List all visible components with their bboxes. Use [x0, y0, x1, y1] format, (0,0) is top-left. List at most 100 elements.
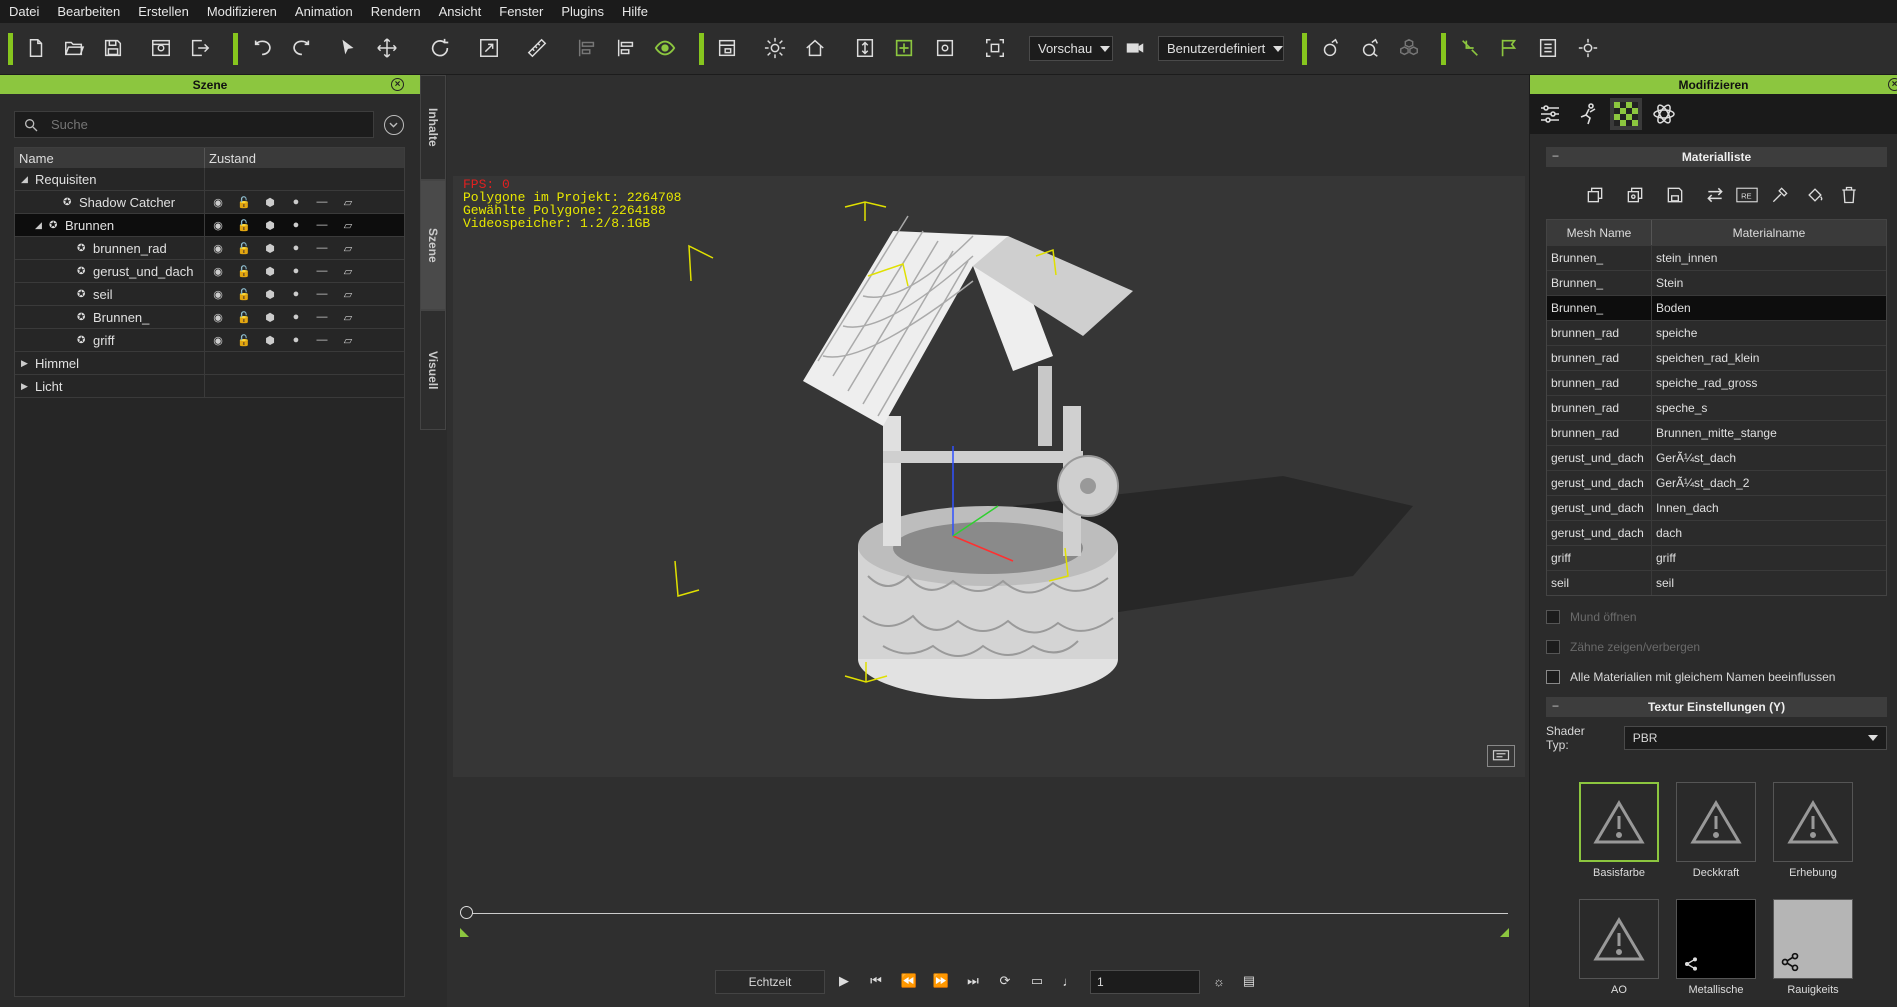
texture-slot-ao[interactable]: AO	[1579, 899, 1659, 996]
physics-atom-icon[interactable]	[1648, 98, 1680, 130]
frame-selected-icon[interactable]	[889, 33, 919, 63]
copy-material-icon[interactable]	[1580, 181, 1610, 209]
paste-material-icon[interactable]	[1620, 181, 1650, 209]
material-row[interactable]: Brunnen_ Stein	[1547, 270, 1886, 295]
shader-type-select[interactable]: PBR	[1623, 726, 1887, 750]
visibility-eye-icon[interactable]	[650, 33, 680, 63]
eye-icon[interactable]: ◉	[205, 309, 231, 325]
range-start-marker[interactable]	[460, 928, 469, 937]
eyedropper-icon[interactable]	[1765, 181, 1795, 209]
eye-icon[interactable]: ◉	[205, 263, 231, 279]
material-row[interactable]: seil seil	[1547, 570, 1886, 595]
tab-visuell[interactable]: Visuell	[420, 310, 446, 430]
trash-icon[interactable]	[1834, 181, 1864, 209]
line-icon[interactable]: —	[309, 286, 335, 302]
menu-erstellen[interactable]: Erstellen	[129, 4, 198, 19]
shadow-icon[interactable]: ●	[283, 194, 309, 210]
expand-open-icon[interactable]: ◢	[35, 220, 42, 231]
move-icon[interactable]	[372, 33, 402, 63]
menu-animation[interactable]: Animation	[286, 4, 362, 19]
settings-gear-icon[interactable]	[1573, 33, 1603, 63]
material-row[interactable]: gerust_und_dach Innen_dach	[1547, 495, 1886, 520]
col-name-header[interactable]: Name	[15, 148, 205, 168]
eye-icon[interactable]: ◉	[205, 217, 231, 233]
line-icon[interactable]: —	[309, 263, 335, 279]
scene-tree-row[interactable]: ▶ Himmel	[15, 352, 404, 375]
material-row[interactable]: brunnen_rad Brunnen_mitte_stange	[1547, 420, 1886, 445]
measure-icon[interactable]	[522, 33, 552, 63]
preview-dropdown[interactable]: Vorschau	[1029, 36, 1113, 61]
scene-tree-row[interactable]: ✪ brunnen_rad ◉ 🔓 ⬢ ● — ▱	[15, 237, 404, 260]
play-icon[interactable]: ▶	[832, 969, 856, 993]
lock-icon[interactable]: 🔓	[231, 240, 257, 256]
redo-icon[interactable]	[286, 33, 316, 63]
realtime-toggle[interactable]: Echtzeit	[715, 970, 825, 994]
music-note-icon[interactable]: ♩	[1057, 969, 1081, 993]
motion-edit-icon[interactable]	[1355, 33, 1385, 63]
save-material-icon[interactable]	[1660, 181, 1690, 209]
render-preview-icon[interactable]	[146, 33, 176, 63]
comment-icon[interactable]	[1487, 745, 1515, 767]
menu-fenster[interactable]: Fenster	[490, 4, 552, 19]
export-icon[interactable]: ▱	[335, 217, 361, 233]
close-icon[interactable]: ×	[391, 78, 404, 91]
material-row[interactable]: Brunnen_ Boden	[1547, 295, 1886, 320]
line-icon[interactable]: —	[309, 217, 335, 233]
line-icon[interactable]: —	[309, 194, 335, 210]
mesh-icon[interactable]: ⬢	[257, 309, 283, 325]
cubes-icon[interactable]	[1394, 33, 1424, 63]
eye-icon[interactable]: ◉	[205, 332, 231, 348]
viewport-layout-icon[interactable]	[712, 33, 742, 63]
shadow-icon[interactable]: ●	[283, 332, 309, 348]
menu-plugins[interactable]: Plugins	[552, 4, 613, 19]
subtitle-icon[interactable]: ▭	[1025, 969, 1049, 993]
scene-tree-row[interactable]: ✪ seil ◉ 🔓 ⬢ ● — ▱	[15, 283, 404, 306]
export-icon[interactable]: ▱	[335, 332, 361, 348]
material-row[interactable]: Brunnen_ stein_innen	[1547, 245, 1886, 270]
skip-end-icon[interactable]: ⏭	[961, 969, 985, 993]
tab-szene[interactable]: Szene	[420, 180, 446, 310]
home-camera-icon[interactable]	[800, 33, 830, 63]
open-folder-icon[interactable]	[59, 33, 89, 63]
texture-settings-header[interactable]: − Textur Einstellungen (Y)	[1546, 697, 1887, 717]
material-list-header[interactable]: − Materialliste	[1546, 147, 1887, 167]
light-icon[interactable]	[760, 33, 790, 63]
frame-input[interactable]: 1	[1090, 970, 1200, 994]
material-row[interactable]: gerust_und_dach dach	[1547, 520, 1886, 545]
mesh-icon[interactable]: ⬢	[257, 194, 283, 210]
motion-figure-icon[interactable]	[1572, 98, 1604, 130]
close-icon[interactable]: ×	[1888, 78, 1897, 91]
texture-slot-rauigkeits[interactable]: Rauigkeits	[1773, 899, 1853, 996]
col-material-name[interactable]: Materialname	[1652, 220, 1886, 245]
scale-icon[interactable]	[474, 33, 504, 63]
expand-closed-icon[interactable]: ▶	[21, 381, 28, 392]
lock-icon[interactable]: 🔓	[231, 286, 257, 302]
mesh-icon[interactable]: ⬢	[257, 263, 283, 279]
col-state-header[interactable]: Zustand	[205, 148, 404, 168]
menu-rendern[interactable]: Rendern	[362, 4, 430, 19]
texture-slot-erhebung[interactable]: Erhebung	[1773, 782, 1853, 879]
pin-icon[interactable]	[1455, 33, 1485, 63]
mesh-icon[interactable]: ⬢	[257, 286, 283, 302]
camera-icon[interactable]	[1120, 33, 1150, 63]
line-icon[interactable]: —	[309, 240, 335, 256]
scene-tree-row[interactable]: ▶ Licht	[15, 375, 404, 398]
lock-icon[interactable]: 🔓	[231, 194, 257, 210]
swap-icon[interactable]	[1700, 181, 1730, 209]
eye-icon[interactable]: ◉	[205, 286, 231, 302]
paint-bucket-icon[interactable]	[1800, 181, 1830, 209]
material-row[interactable]: griff griff	[1547, 545, 1886, 570]
scene-tree-row[interactable]: ✪ Brunnen_ ◉ 🔓 ⬢ ● — ▱	[15, 306, 404, 329]
timeline-panel-icon[interactable]: ▤	[1237, 969, 1261, 993]
rotate-icon[interactable]	[425, 33, 455, 63]
material-checker-icon[interactable]	[1610, 98, 1642, 130]
shadow-icon[interactable]: ●	[283, 240, 309, 256]
line-icon[interactable]: —	[309, 332, 335, 348]
tab-inhalte[interactable]: Inhalte	[420, 75, 446, 180]
search-input[interactable]	[51, 117, 351, 132]
flag-icon[interactable]	[1494, 33, 1524, 63]
sun-settings-icon[interactable]: ☼	[1207, 969, 1231, 993]
fit-height-icon[interactable]	[850, 33, 880, 63]
scene-tree-row[interactable]: ✪ griff ◉ 🔓 ⬢ ● — ▱	[15, 329, 404, 352]
scene-tree-row[interactable]: ✪ gerust_und_dach ◉ 🔓 ⬢ ● — ▱	[15, 260, 404, 283]
